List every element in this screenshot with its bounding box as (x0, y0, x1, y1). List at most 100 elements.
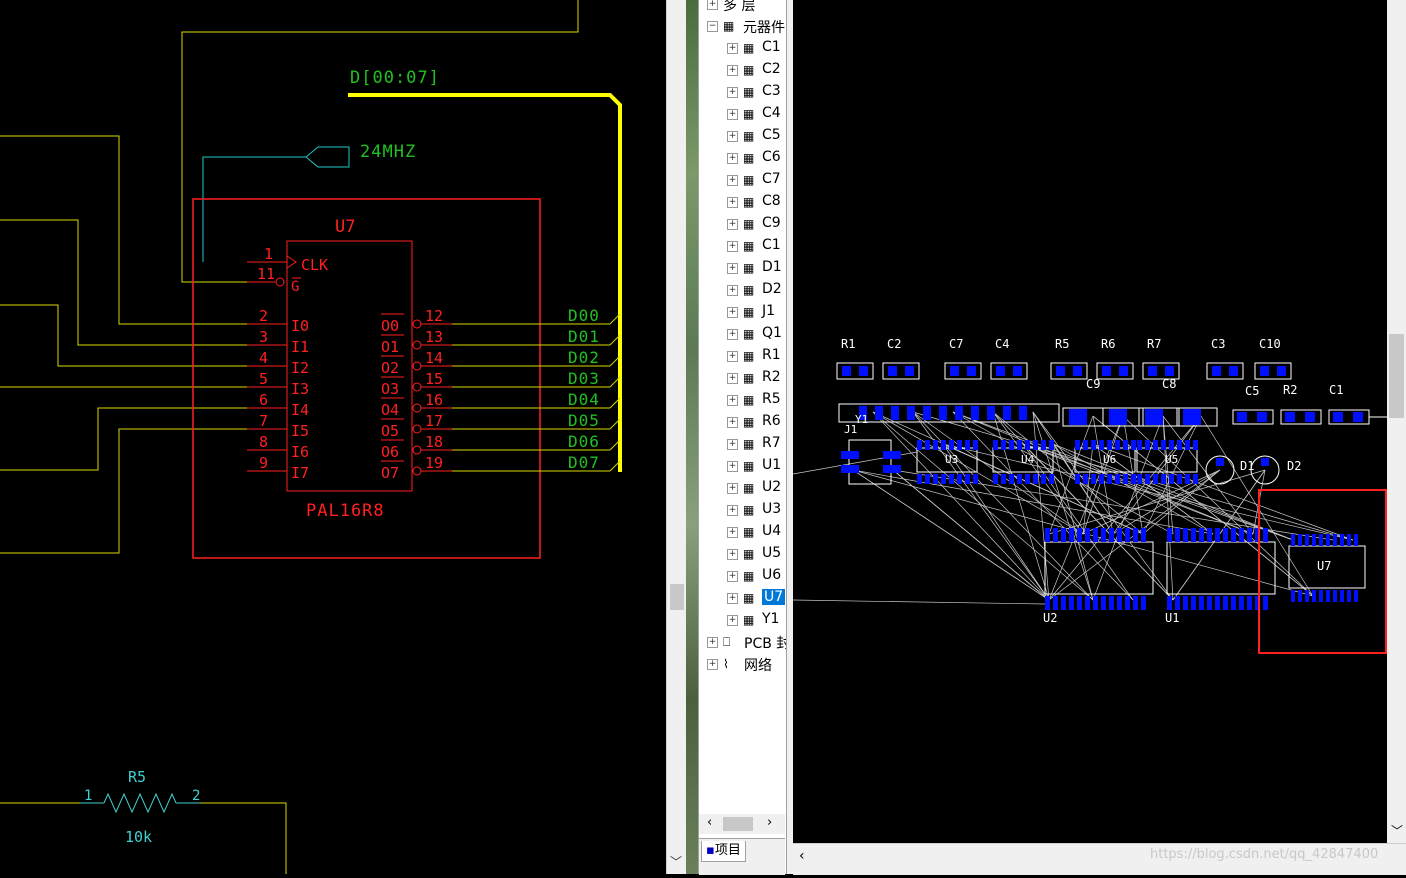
pin-number: 3 (259, 328, 268, 346)
expand-icon[interactable]: + (727, 131, 738, 142)
pcb-pad (1017, 440, 1022, 450)
project-tree[interactable]: + 多 层 − ▦ 元器件 + ▦ C1 + ▦ C2 + ▦ C3 + ▦ C4 + ▦ C5 + ▦ C6 + ▦… (698, 0, 790, 875)
expand-icon[interactable]: + (727, 263, 738, 274)
pin-number: 7 (259, 412, 268, 430)
component-label: U3 (762, 501, 782, 517)
expand-icon[interactable]: + (727, 505, 738, 516)
expand-icon[interactable]: + (727, 197, 738, 208)
expand-icon[interactable]: + (727, 593, 738, 604)
expand-icon[interactable]: + (727, 65, 738, 76)
expand-icon[interactable]: + (727, 285, 738, 296)
pcb-pad (1277, 366, 1286, 376)
schematic-vertical-scrollbar[interactable]: ﹀ (666, 0, 687, 874)
expand-icon[interactable]: + (727, 483, 738, 494)
pcb-pad (1207, 528, 1212, 542)
pcb-label: C3 (1211, 337, 1225, 351)
pcb-pad (957, 474, 962, 484)
pcb-pad (1207, 596, 1212, 610)
pcb-pad (1239, 528, 1244, 542)
scrollbar-thumb[interactable] (723, 817, 753, 831)
expand-icon[interactable]: + (707, 637, 718, 648)
expand-icon[interactable]: + (707, 659, 718, 670)
expand-icon[interactable]: + (727, 549, 738, 560)
scroll-left-arrow-icon[interactable]: ‹ (707, 815, 712, 830)
scrollbar-thumb[interactable] (670, 584, 684, 610)
pcb-outline (1044, 541, 1154, 595)
pin-name: O5 (381, 422, 399, 440)
pcb-pad (1169, 474, 1174, 484)
pin-11-number: 11 (257, 265, 275, 283)
expand-icon[interactable]: + (727, 307, 738, 318)
component-icon: ▦ (743, 547, 755, 561)
pcb-pad (965, 474, 970, 484)
pcb-vertical-scrollbar[interactable]: ﹀ (1387, 0, 1406, 843)
expand-icon[interactable]: + (727, 175, 738, 186)
expand-icon[interactable]: + (727, 351, 738, 362)
pcb-pad (957, 440, 962, 450)
component-icon: ▦ (743, 217, 755, 231)
pcb-pad (1169, 440, 1174, 450)
pcb-label: U7 (1317, 559, 1331, 573)
tree-horizontal-scrollbar[interactable]: ‹ › (699, 814, 785, 834)
tree-tab-bar: ▪项目 (699, 838, 785, 875)
pcb-pad (1223, 528, 1228, 542)
pcb-pad (1215, 596, 1220, 610)
scroll-left-arrow-icon[interactable]: ‹ (799, 848, 805, 864)
pcb-pad (1101, 528, 1106, 542)
pin-number: 18 (425, 433, 443, 451)
schematic-drawing: D[00:07] 24MHZ U7 PAL16R8 1 CLK 11 G 2 I0… (0, 0, 622, 874)
schematic-canvas[interactable]: D[00:07] 24MHZ U7 PAL16R8 1 CLK 11 G 2 I0… (0, 0, 666, 874)
pin-name: O4 (381, 401, 399, 419)
pcb-pad (1340, 534, 1344, 546)
resistor-r5[interactable]: R5 10k 1 2 (80, 768, 200, 846)
expand-icon[interactable]: + (727, 219, 738, 230)
pcb-pad (1183, 409, 1201, 425)
pcb-pad (993, 440, 998, 450)
pcb-pad (965, 440, 970, 450)
clock-port[interactable] (305, 146, 350, 168)
expand-icon[interactable]: + (727, 395, 738, 406)
expand-icon[interactable]: + (707, 0, 718, 10)
expand-icon[interactable]: + (727, 241, 738, 252)
pcb-pad (859, 366, 868, 376)
expand-icon[interactable]: + (727, 329, 738, 340)
scroll-down-arrow-icon[interactable]: ﹀ (1391, 822, 1403, 839)
component-label: J1 (762, 303, 776, 319)
pcb-pad (955, 406, 963, 420)
scrollbar-thumb[interactable] (1389, 334, 1404, 418)
expand-icon[interactable]: + (727, 373, 738, 384)
pcb-pad (1123, 440, 1128, 450)
collapse-icon[interactable]: − (707, 21, 718, 32)
pcb-pad (1161, 474, 1166, 484)
expand-icon[interactable]: + (727, 615, 738, 626)
pcb-canvas[interactable]: R1 C2 C7 C4 R5 R6 R7 C3 C10 C9 C8 C5 R2 C1 Y1 J1 U3 U4 U6 U… (792, 0, 1387, 843)
pcb-pad (925, 474, 930, 484)
pcb-pad (1141, 596, 1146, 610)
pin-number: 14 (425, 349, 443, 367)
scroll-down-arrow-icon[interactable]: ﹀ (670, 853, 682, 870)
pcb-pad (1212, 366, 1221, 376)
net-label: D07 (568, 453, 600, 472)
expand-icon[interactable]: + (727, 43, 738, 54)
expand-icon[interactable]: + (727, 461, 738, 472)
pcb-pad (941, 440, 946, 450)
pcb-pad (883, 451, 901, 459)
pcb-pad (1045, 528, 1050, 542)
expand-icon[interactable]: + (727, 87, 738, 98)
expand-icon[interactable]: + (727, 439, 738, 450)
pcb-pad (1041, 474, 1046, 484)
pcb-pad (1298, 534, 1302, 546)
expand-icon[interactable]: + (727, 527, 738, 538)
expand-icon[interactable]: + (727, 417, 738, 428)
component-icon: ▦ (743, 41, 755, 55)
pcb-pad (1161, 440, 1166, 450)
pcb-pad (1291, 534, 1295, 546)
expand-icon[interactable]: + (727, 109, 738, 120)
pcb-pad (1017, 474, 1022, 484)
expand-icon[interactable]: + (727, 571, 738, 582)
pcb-pad (1333, 412, 1343, 422)
expand-icon[interactable]: + (727, 153, 738, 164)
component-icon: ▦ (743, 283, 755, 297)
scroll-right-arrow-icon[interactable]: › (767, 815, 772, 830)
tab-project[interactable]: ▪项目 (701, 841, 746, 862)
